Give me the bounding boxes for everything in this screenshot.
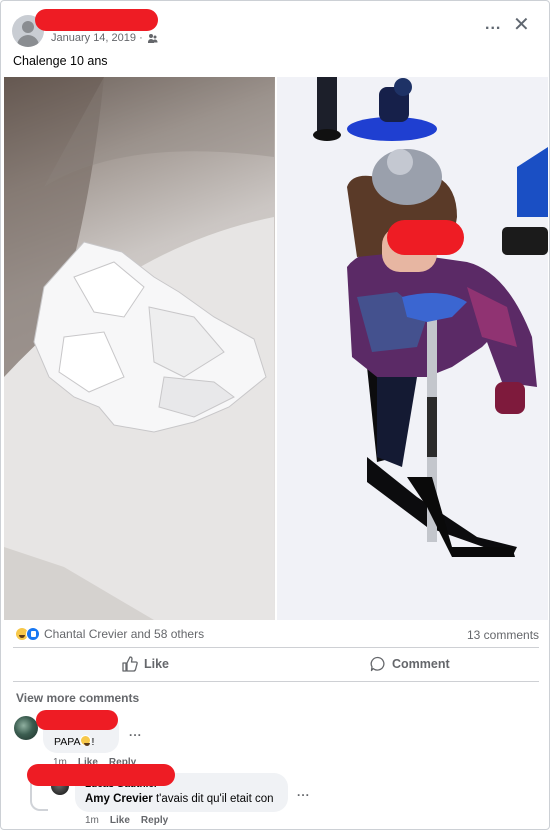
comment-options-icon[interactable]: ... bbox=[129, 725, 142, 739]
reactors-text[interactable]: Chantal Crevier and 58 others bbox=[44, 627, 204, 641]
comment-text: PAPA! bbox=[54, 735, 94, 748]
laughing-emoji-icon bbox=[80, 735, 92, 746]
reply-options-icon[interactable]: ... bbox=[297, 785, 310, 799]
tissue-photo bbox=[4, 77, 274, 620]
comment-bubble-icon bbox=[370, 656, 385, 672]
reply-like-button[interactable]: Like bbox=[110, 815, 130, 826]
reply-text: Amy Crevier t'avais dit qu'il etait con bbox=[85, 793, 274, 805]
comment-text-before: PAPA bbox=[54, 736, 81, 748]
reactions-summary[interactable]: Chantal Crevier and 58 others bbox=[15, 627, 204, 641]
reply-mention[interactable]: Amy Crevier bbox=[85, 793, 153, 805]
author-name-redaction bbox=[35, 9, 158, 31]
like-button[interactable]: Like bbox=[122, 656, 169, 672]
reply-name-redaction bbox=[27, 764, 175, 786]
close-icon[interactable]: ✕ bbox=[513, 15, 530, 35]
post-date[interactable]: January 14, 2019 · bbox=[51, 32, 143, 44]
post-text: Chalenge 10 ans bbox=[13, 54, 108, 68]
avatar-placeholder-body bbox=[17, 35, 39, 47]
reply-reply-button[interactable]: Reply bbox=[141, 815, 168, 826]
post-photo-left[interactable] bbox=[4, 77, 275, 620]
more-options-icon[interactable]: ... bbox=[485, 16, 501, 34]
like-label: Like bbox=[144, 657, 170, 671]
reply-actions: 1m Like Reply bbox=[85, 815, 168, 826]
divider-bottom bbox=[13, 681, 539, 682]
snow-child-photo bbox=[277, 77, 548, 620]
like-reaction-icon bbox=[26, 627, 40, 641]
post-photo-right[interactable] bbox=[277, 77, 548, 620]
face-redaction bbox=[387, 220, 464, 255]
reply-time[interactable]: 1m bbox=[85, 815, 99, 826]
comment-button[interactable]: Comment bbox=[370, 656, 450, 672]
post-meta: January 14, 2019 · bbox=[51, 32, 158, 44]
comment-text-after: ! bbox=[91, 736, 95, 748]
view-more-comments[interactable]: View more comments bbox=[16, 691, 139, 705]
divider-top bbox=[13, 647, 539, 648]
post-card: January 14, 2019 · ... ✕ Chalenge 10 ans bbox=[0, 0, 550, 830]
reply-body: t'avais dit qu'il etait con bbox=[152, 793, 274, 805]
commenter-avatar[interactable] bbox=[14, 716, 38, 740]
comments-count[interactable]: 13 comments bbox=[467, 628, 539, 642]
thumbs-up-icon bbox=[122, 656, 138, 672]
friends-icon bbox=[147, 33, 158, 43]
commenter-name-redaction bbox=[36, 710, 118, 730]
avatar-placeholder-head bbox=[22, 21, 34, 33]
comment-label: Comment bbox=[392, 657, 450, 671]
